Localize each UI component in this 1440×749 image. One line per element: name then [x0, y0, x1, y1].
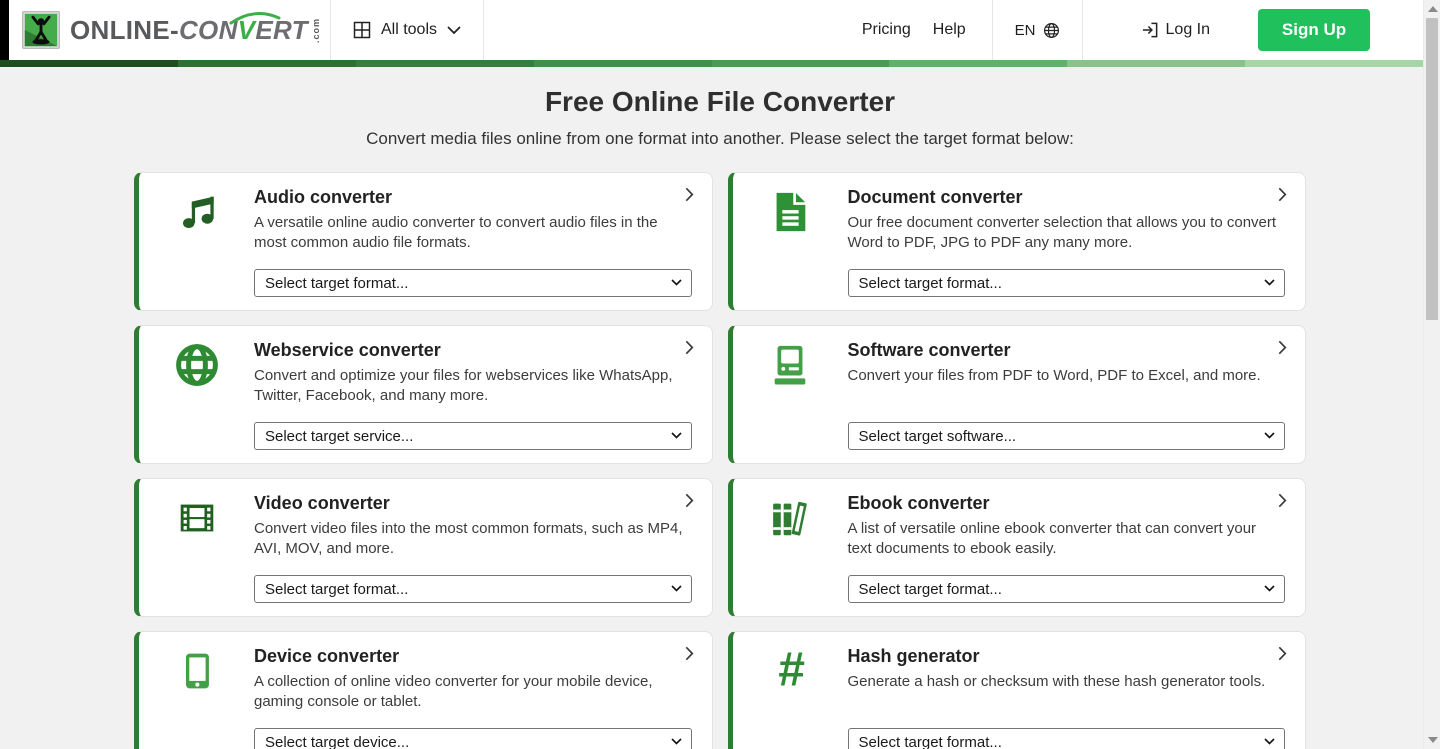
card-title[interactable]: Audio converter [254, 186, 686, 208]
target-format-select[interactable]: Select target format... [848, 728, 1286, 749]
header-divider [1082, 0, 1083, 60]
card-audio-converter[interactable]: Audio converter A versatile online audio… [134, 172, 713, 311]
header-divider [483, 0, 484, 60]
site-logo[interactable]: ONLINE-CONVERT.com [9, 11, 330, 49]
target-format-select-control[interactable]: Select target format... [848, 728, 1286, 749]
gradient-bar-segment [1067, 60, 1245, 67]
header: ONLINE-CONVERT.com All tools Pricing Hel… [0, 0, 1423, 60]
card-title[interactable]: Webservice converter [254, 339, 686, 361]
card-title[interactable]: Device converter [254, 645, 686, 667]
chevron-right-icon[interactable] [685, 187, 694, 202]
card-ebook-converter[interactable]: Ebook converter A list of versatile onli… [728, 478, 1307, 617]
tablet-icon [139, 632, 254, 749]
target-service-select-control[interactable]: Select target service... [254, 422, 692, 450]
chevron-right-icon[interactable] [685, 646, 694, 661]
target-format-select-control[interactable]: Select target format... [848, 575, 1286, 603]
card-description: Convert your files from PDF to Word, PDF… [848, 366, 1280, 386]
chevron-right-icon[interactable] [685, 493, 694, 508]
all-tools-label: All tools [381, 21, 437, 39]
card-webservice-converter[interactable]: Webservice converter Convert and optimiz… [134, 325, 713, 464]
card-title[interactable]: Document converter [848, 186, 1280, 208]
card-description: Convert video files into the most common… [254, 519, 686, 559]
card-title[interactable]: Software converter [848, 339, 1280, 361]
target-format-select[interactable]: Select target format... [848, 575, 1286, 603]
signup-button[interactable]: Sign Up [1258, 9, 1370, 51]
target-format-select[interactable]: Select target format... [254, 269, 692, 297]
gradient-bar-segment [1245, 60, 1423, 67]
all-tools-menu[interactable]: All tools [331, 0, 483, 60]
card-title[interactable]: Video converter [254, 492, 686, 514]
music-note-icon [139, 173, 254, 310]
card-device-converter[interactable]: Device converter A collection of online … [134, 631, 713, 749]
brand-gradient-bar [0, 60, 1423, 67]
gradient-bar-segment [534, 60, 712, 67]
svg-text:#: # [778, 647, 805, 695]
target-service-select[interactable]: Select target service... [254, 422, 692, 450]
target-format-select-control[interactable]: Select target format... [254, 269, 692, 297]
logo-tld: .com [311, 17, 321, 43]
logo-part-online: ONLINE- [70, 15, 179, 46]
scrollbar-up-arrow-icon[interactable] [1428, 6, 1438, 12]
scrollbar-down-arrow-icon[interactable] [1428, 737, 1438, 743]
grid-icon [353, 21, 371, 39]
document-icon [733, 173, 848, 310]
card-hash-generator[interactable]: # Hash generator Generate a hash or chec… [728, 631, 1307, 749]
books-icon [733, 479, 848, 616]
logo-figure-icon [22, 11, 60, 49]
chevron-right-icon[interactable] [685, 340, 694, 355]
card-video-converter[interactable]: Video converter Convert video files into… [134, 478, 713, 617]
target-format-select-control[interactable]: Select target format... [254, 575, 692, 603]
hero: Free Online File Converter Convert media… [0, 86, 1440, 150]
chevron-right-icon[interactable] [1278, 493, 1287, 508]
gradient-bar-segment [889, 60, 1067, 67]
card-description: A list of versatile online ebook convert… [848, 519, 1280, 559]
card-description: A versatile online audio converter to co… [254, 213, 686, 253]
converter-grid: Audio converter A versatile online audio… [134, 172, 1306, 749]
card-description: Generate a hash or checksum with these h… [848, 672, 1280, 692]
language-selector[interactable]: EN [993, 0, 1082, 60]
login-button[interactable]: Log In [1141, 21, 1210, 39]
globe-icon [139, 326, 254, 463]
film-strip-icon [139, 479, 254, 616]
gradient-bar-segment [712, 60, 890, 67]
target-format-select[interactable]: Select target format... [848, 269, 1286, 297]
scrollbar[interactable] [1423, 0, 1440, 749]
pricing-link[interactable]: Pricing [862, 21, 911, 39]
card-description: A collection of online video converter f… [254, 672, 686, 712]
target-format-select-control[interactable]: Select target format... [848, 269, 1286, 297]
language-label: EN [1015, 22, 1036, 39]
desktop-computer-icon [733, 326, 848, 463]
card-description: Our free document converter selection th… [848, 213, 1280, 253]
card-document-converter[interactable]: Document converter Our free document con… [728, 172, 1307, 311]
target-device-select[interactable]: Select target device... [254, 728, 692, 749]
gradient-bar-segment [178, 60, 356, 67]
gradient-bar-segment [0, 60, 178, 67]
globe-icon [1043, 22, 1060, 39]
login-icon [1141, 21, 1159, 39]
window-edge-strip [0, 0, 9, 60]
page-title: Free Online File Converter [0, 86, 1440, 118]
chevron-down-icon [447, 26, 461, 35]
page-subtitle: Convert media files online from one form… [0, 128, 1440, 150]
logo-wordmark: ONLINE-CONVERT.com [70, 15, 321, 46]
logo-swoosh [229, 11, 281, 25]
card-description: Convert and optimize your files for webs… [254, 366, 686, 406]
target-format-select[interactable]: Select target format... [254, 575, 692, 603]
card-software-converter[interactable]: Software converter Convert your files fr… [728, 325, 1307, 464]
card-title[interactable]: Ebook converter [848, 492, 1280, 514]
target-device-select-control[interactable]: Select target device... [254, 728, 692, 749]
chevron-right-icon[interactable] [1278, 646, 1287, 661]
target-software-select-control[interactable]: Select target software... [848, 422, 1286, 450]
chevron-right-icon[interactable] [1278, 340, 1287, 355]
scrollbar-thumb[interactable] [1426, 18, 1438, 320]
help-link[interactable]: Help [933, 21, 966, 39]
login-label: Log In [1166, 21, 1210, 39]
hash-icon: # [733, 632, 848, 749]
chevron-right-icon[interactable] [1278, 187, 1287, 202]
gradient-bar-segment [356, 60, 534, 67]
header-right-nav: Pricing Help EN Log In Sign Up [862, 0, 1423, 60]
card-title[interactable]: Hash generator [848, 645, 1280, 667]
target-software-select[interactable]: Select target software... [848, 422, 1286, 450]
